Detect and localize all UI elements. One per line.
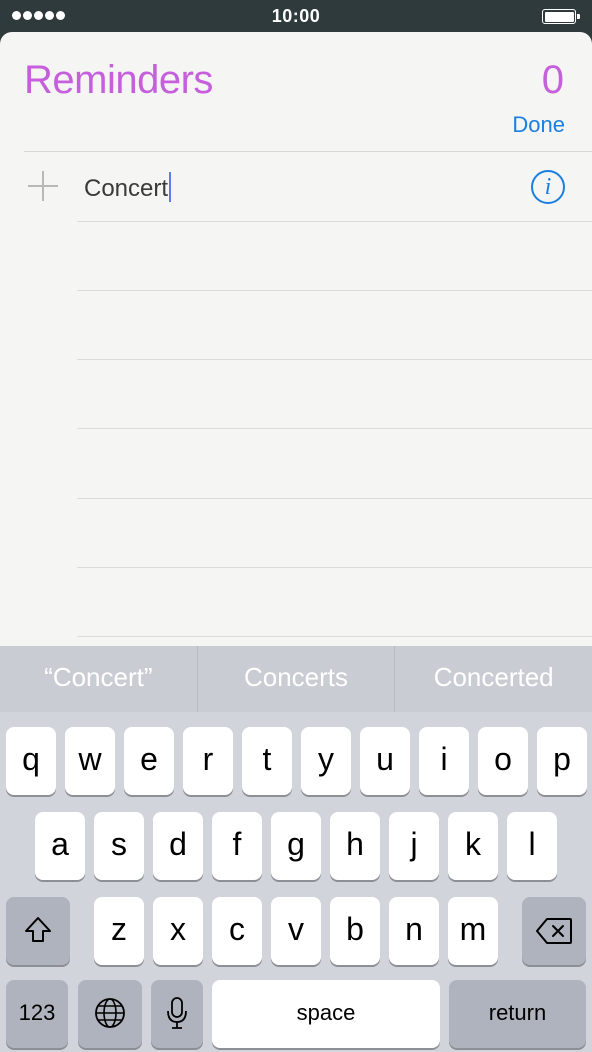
status-bar: 10:00 <box>0 0 592 32</box>
row-divider <box>77 221 592 222</box>
done-button[interactable]: Done <box>512 112 565 138</box>
globe-icon <box>95 998 125 1028</box>
key-d[interactable]: d <box>153 812 203 880</box>
key-y[interactable]: y <box>301 727 351 795</box>
microphone-icon <box>167 997 187 1029</box>
key-w[interactable]: w <box>65 727 115 795</box>
key-c[interactable]: c <box>212 897 262 965</box>
row-divider <box>77 498 592 499</box>
key-t[interactable]: t <box>242 727 292 795</box>
key-h[interactable]: h <box>330 812 380 880</box>
delete-key[interactable] <box>522 897 586 965</box>
return-key[interactable]: return <box>449 980 586 1048</box>
status-time: 10:00 <box>271 6 321 26</box>
predictive-bar: “Concert” Concerts Concerted <box>0 646 592 712</box>
reminder-input[interactable]: Concert <box>84 172 172 203</box>
suggestion-2[interactable]: Concerts <box>196 646 395 712</box>
row-divider <box>77 428 592 429</box>
plus-icon[interactable] <box>28 171 58 201</box>
row-divider <box>77 567 592 568</box>
key-k[interactable]: k <box>448 812 498 880</box>
key-u[interactable]: u <box>360 727 410 795</box>
suggestion-1[interactable]: “Concert” <box>0 646 197 712</box>
key-s[interactable]: s <box>94 812 144 880</box>
reminders-list-card: Reminders 0 Done Concert i <box>0 32 592 672</box>
shift-arrow-icon <box>25 917 51 942</box>
shift-key[interactable] <box>6 897 70 965</box>
numbers-key[interactable]: 123 <box>6 980 68 1048</box>
row-divider <box>77 636 592 637</box>
reminder-text: Concert <box>84 175 169 202</box>
info-circle-icon[interactable]: i <box>531 170 565 204</box>
key-m[interactable]: m <box>448 897 498 965</box>
key-i[interactable]: i <box>419 727 469 795</box>
text-cursor <box>169 172 172 202</box>
key-z[interactable]: z <box>94 897 144 965</box>
key-o[interactable]: o <box>478 727 528 795</box>
row-divider <box>77 290 592 291</box>
row-divider <box>77 359 592 360</box>
key-a[interactable]: a <box>35 812 85 880</box>
space-key[interactable]: space <box>212 980 440 1048</box>
key-l[interactable]: l <box>507 812 557 880</box>
reminder-count: 0 <box>541 58 564 102</box>
list-title: Reminders <box>24 58 213 102</box>
key-q[interactable]: q <box>6 727 56 795</box>
key-f[interactable]: f <box>212 812 262 880</box>
key-v[interactable]: v <box>271 897 321 965</box>
iphone-screen: 10:00 Reminders 0 Done Concert i “Concer… <box>0 0 592 1052</box>
key-n[interactable]: n <box>389 897 439 965</box>
suggestion-3[interactable]: Concerted <box>394 646 592 712</box>
globe-key[interactable] <box>78 980 142 1048</box>
key-b[interactable]: b <box>330 897 380 965</box>
key-r[interactable]: r <box>183 727 233 795</box>
battery-icon <box>542 9 580 24</box>
dictation-key[interactable] <box>151 980 203 1048</box>
key-e[interactable]: e <box>124 727 174 795</box>
key-j[interactable]: j <box>389 812 439 880</box>
key-g[interactable]: g <box>271 812 321 880</box>
backspace-icon <box>536 918 572 944</box>
header-divider <box>24 151 592 152</box>
key-p[interactable]: p <box>537 727 587 795</box>
keyboard: “Concert” Concerts Concerted q w e r t y… <box>0 646 592 1052</box>
key-x[interactable]: x <box>153 897 203 965</box>
